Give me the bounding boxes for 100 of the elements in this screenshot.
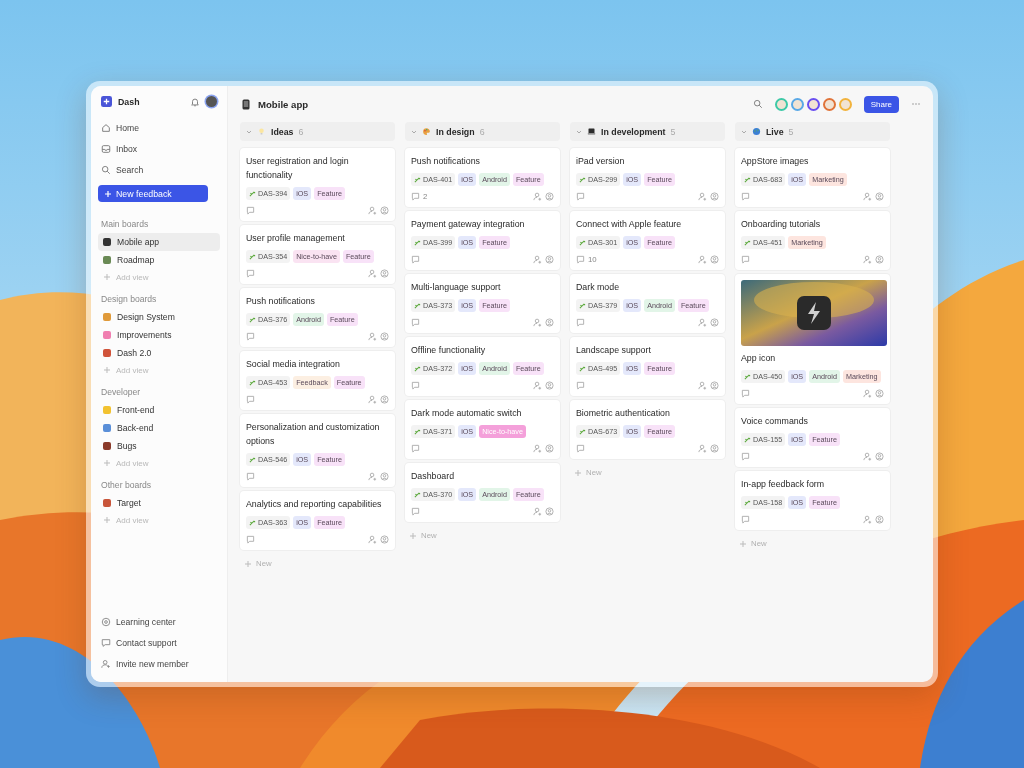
nav-item[interactable]: Search — [98, 159, 220, 180]
user-circle-icon[interactable] — [710, 255, 719, 264]
comment-icon[interactable] — [246, 472, 255, 481]
column-header[interactable]: Live 5 — [735, 122, 890, 141]
sprout-icon — [579, 239, 586, 246]
board-item[interactable]: Front-end — [98, 401, 220, 419]
user-circle-icon[interactable] — [710, 444, 719, 453]
assign-person-icon[interactable] — [368, 472, 377, 481]
board-item[interactable]: Design System — [98, 308, 220, 326]
assign-person-icon[interactable] — [863, 255, 872, 264]
comment-icon[interactable] — [246, 332, 255, 341]
assign-person-icon[interactable] — [533, 507, 542, 516]
caret-icon[interactable] — [576, 128, 582, 135]
footer-link[interactable]: Learning center — [98, 611, 220, 632]
assign-person-icon[interactable] — [368, 206, 377, 215]
user-circle-icon[interactable] — [875, 192, 884, 201]
user-circle-icon[interactable] — [710, 318, 719, 327]
assign-person-icon[interactable] — [368, 269, 377, 278]
user-avatar[interactable] — [206, 96, 217, 107]
comment-icon[interactable] — [411, 507, 420, 516]
board-item[interactable]: Dash 2.0 — [98, 344, 220, 362]
user-circle-icon[interactable] — [545, 192, 554, 201]
assign-person-icon[interactable] — [863, 515, 872, 524]
share-button[interactable]: Share — [863, 95, 899, 113]
nav-item[interactable]: Inbox — [98, 138, 220, 159]
assign-person-icon[interactable] — [533, 381, 542, 390]
comment-icon[interactable] — [576, 192, 585, 201]
user-circle-icon[interactable] — [380, 395, 389, 404]
user-circle-icon[interactable] — [545, 318, 554, 327]
board-item[interactable]: Back-end — [98, 419, 220, 437]
assign-person-icon[interactable] — [533, 444, 542, 453]
comment-icon[interactable] — [411, 192, 420, 201]
comment-icon[interactable] — [246, 395, 255, 404]
user-circle-icon[interactable] — [545, 381, 554, 390]
comment-icon[interactable] — [576, 381, 585, 390]
user-circle-icon[interactable] — [380, 206, 389, 215]
comment-icon[interactable] — [246, 269, 255, 278]
assign-person-icon[interactable] — [533, 192, 542, 201]
comment-icon[interactable] — [411, 381, 420, 390]
user-circle-icon[interactable] — [875, 389, 884, 398]
comment-icon[interactable] — [246, 535, 255, 544]
user-circle-icon[interactable] — [545, 255, 554, 264]
board-item[interactable]: Roadmap — [98, 251, 220, 269]
assign-person-icon[interactable] — [698, 444, 707, 453]
assign-person-icon[interactable] — [368, 535, 377, 544]
user-circle-icon[interactable] — [380, 269, 389, 278]
new-feedback-button[interactable]: New feedback — [98, 185, 208, 202]
member-avatar[interactable] — [806, 97, 820, 111]
nav-item[interactable]: Home — [98, 117, 220, 138]
assign-person-icon[interactable] — [863, 389, 872, 398]
assign-person-icon[interactable] — [698, 318, 707, 327]
column-header[interactable]: In development 5 — [570, 122, 725, 141]
comment-icon[interactable] — [576, 255, 585, 264]
assign-person-icon[interactable] — [368, 332, 377, 341]
user-circle-icon[interactable] — [875, 515, 884, 524]
comment-icon[interactable] — [411, 318, 420, 327]
column-header[interactable]: In design 6 — [405, 122, 560, 141]
assign-person-icon[interactable] — [698, 381, 707, 390]
board-item[interactable]: Bugs — [98, 437, 220, 455]
caret-icon[interactable] — [246, 128, 252, 135]
user-circle-icon[interactable] — [545, 507, 554, 516]
user-circle-icon[interactable] — [545, 444, 554, 453]
user-circle-icon[interactable] — [380, 535, 389, 544]
footer-link[interactable]: Contact support — [98, 632, 220, 653]
assign-person-icon[interactable] — [698, 192, 707, 201]
comment-icon[interactable] — [576, 444, 585, 453]
comment-icon[interactable] — [741, 255, 750, 264]
comment-icon[interactable] — [411, 444, 420, 453]
user-circle-icon[interactable] — [380, 332, 389, 341]
more-icon[interactable] — [911, 102, 921, 106]
comment-icon[interactable] — [741, 192, 750, 201]
column-header[interactable]: Ideas 6 — [240, 122, 395, 141]
assign-person-icon[interactable] — [368, 395, 377, 404]
user-circle-icon[interactable] — [710, 192, 719, 201]
comment-icon[interactable] — [246, 206, 255, 215]
comment-icon[interactable] — [741, 452, 750, 461]
laptop-icon — [587, 127, 596, 136]
comment-icon[interactable] — [741, 515, 750, 524]
bell-icon[interactable] — [190, 96, 200, 107]
user-circle-icon[interactable] — [875, 255, 884, 264]
user-circle-icon[interactable] — [875, 452, 884, 461]
board-item[interactable]: Mobile app — [98, 233, 220, 251]
assign-person-icon[interactable] — [863, 452, 872, 461]
search-icon[interactable] — [752, 99, 763, 109]
board-item[interactable]: Target — [98, 494, 220, 512]
member-avatar[interactable] — [822, 97, 836, 111]
comment-icon[interactable] — [741, 389, 750, 398]
assign-person-icon[interactable] — [863, 192, 872, 201]
user-circle-icon[interactable] — [380, 472, 389, 481]
footer-link[interactable]: Invite new member — [98, 653, 220, 674]
comment-icon[interactable] — [411, 255, 420, 264]
assign-person-icon[interactable] — [533, 318, 542, 327]
user-circle-icon[interactable] — [710, 381, 719, 390]
caret-icon[interactable] — [741, 128, 747, 135]
board-item[interactable]: Improvements — [98, 326, 220, 344]
assign-person-icon[interactable] — [698, 255, 707, 264]
member-avatar[interactable] — [790, 97, 804, 111]
assign-person-icon[interactable] — [533, 255, 542, 264]
caret-icon[interactable] — [411, 128, 417, 135]
comment-icon[interactable] — [576, 318, 585, 327]
